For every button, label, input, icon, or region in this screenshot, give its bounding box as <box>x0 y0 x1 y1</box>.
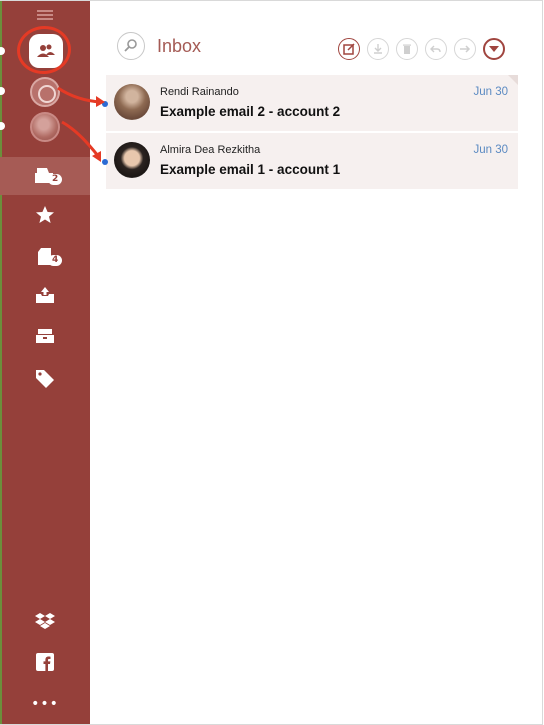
forward-arrow-icon <box>460 45 471 53</box>
facebook-button[interactable] <box>0 643 90 681</box>
account-indicator-dot <box>0 47 5 55</box>
app-window: 2 4 ••• Inbox Rendi Rainando Example ema… <box>0 0 543 725</box>
sidebar: 2 4 ••• <box>0 1 90 724</box>
email-sender: Almira Dea Rezkitha <box>160 144 261 156</box>
main-panel: Inbox Rendi Rainando Example email 2 - a… <box>90 1 542 724</box>
more-actions-dropdown[interactable] <box>483 38 505 60</box>
compose-icon <box>343 43 355 55</box>
download-button[interactable] <box>367 38 389 60</box>
email-date: Jun 30 <box>473 144 508 156</box>
avatar <box>114 84 150 120</box>
sidebar-item-starred[interactable] <box>0 196 90 234</box>
account-2-avatar[interactable] <box>30 77 60 107</box>
sidebar-item-drafts[interactable]: 4 <box>0 238 90 276</box>
delete-button[interactable] <box>396 38 418 60</box>
chevron-down-icon <box>489 46 499 52</box>
email-sender: Rendi Rainando <box>160 86 239 98</box>
sidebar-item-archive[interactable] <box>0 317 90 355</box>
unread-dot <box>102 101 108 107</box>
dropbox-button[interactable] <box>0 602 90 640</box>
forward-button[interactable] <box>454 38 476 60</box>
menu-icon[interactable] <box>37 10 53 24</box>
more-button[interactable]: ••• <box>0 685 90 723</box>
email-row[interactable]: Almira Dea Rezkitha Example email 1 - ac… <box>102 133 518 190</box>
outbox-icon <box>36 287 54 303</box>
email-date: Jun 30 <box>473 86 508 98</box>
account-1-avatar[interactable] <box>30 112 60 142</box>
account-indicator-dot <box>0 122 5 130</box>
inbox-count-badge: 2 <box>48 174 63 185</box>
search-icon <box>124 39 137 52</box>
unread-dot <box>102 159 108 165</box>
sidebar-item-tags[interactable] <box>0 360 90 398</box>
archive-icon <box>36 329 54 343</box>
avatar <box>114 142 150 178</box>
sidebar-item-sent[interactable] <box>0 277 90 315</box>
page-title: Inbox <box>157 36 202 56</box>
trash-icon <box>403 44 411 54</box>
email-subject: Example email 1 - account 1 <box>160 162 341 177</box>
facebook-icon <box>36 653 54 671</box>
tag-icon <box>36 370 54 388</box>
sidebar-item-inbox[interactable]: 2 <box>0 157 90 195</box>
search-button[interactable] <box>117 32 145 60</box>
account-indicator-dot <box>0 87 5 95</box>
reply-button[interactable] <box>425 38 447 60</box>
email-subject: Example email 2 - account 2 <box>160 104 341 119</box>
email-list: Rendi Rainando Example email 2 - account… <box>102 75 518 190</box>
annotation-circle <box>14 23 74 77</box>
row-corner-fold <box>508 75 518 85</box>
dropbox-icon <box>35 613 55 629</box>
star-icon <box>36 206 54 223</box>
download-icon <box>374 44 382 54</box>
compose-button[interactable] <box>338 38 360 60</box>
reply-icon <box>430 45 441 53</box>
drafts-count-badge: 4 <box>48 255 63 266</box>
email-row[interactable]: Rendi Rainando Example email 2 - account… <box>102 75 518 132</box>
